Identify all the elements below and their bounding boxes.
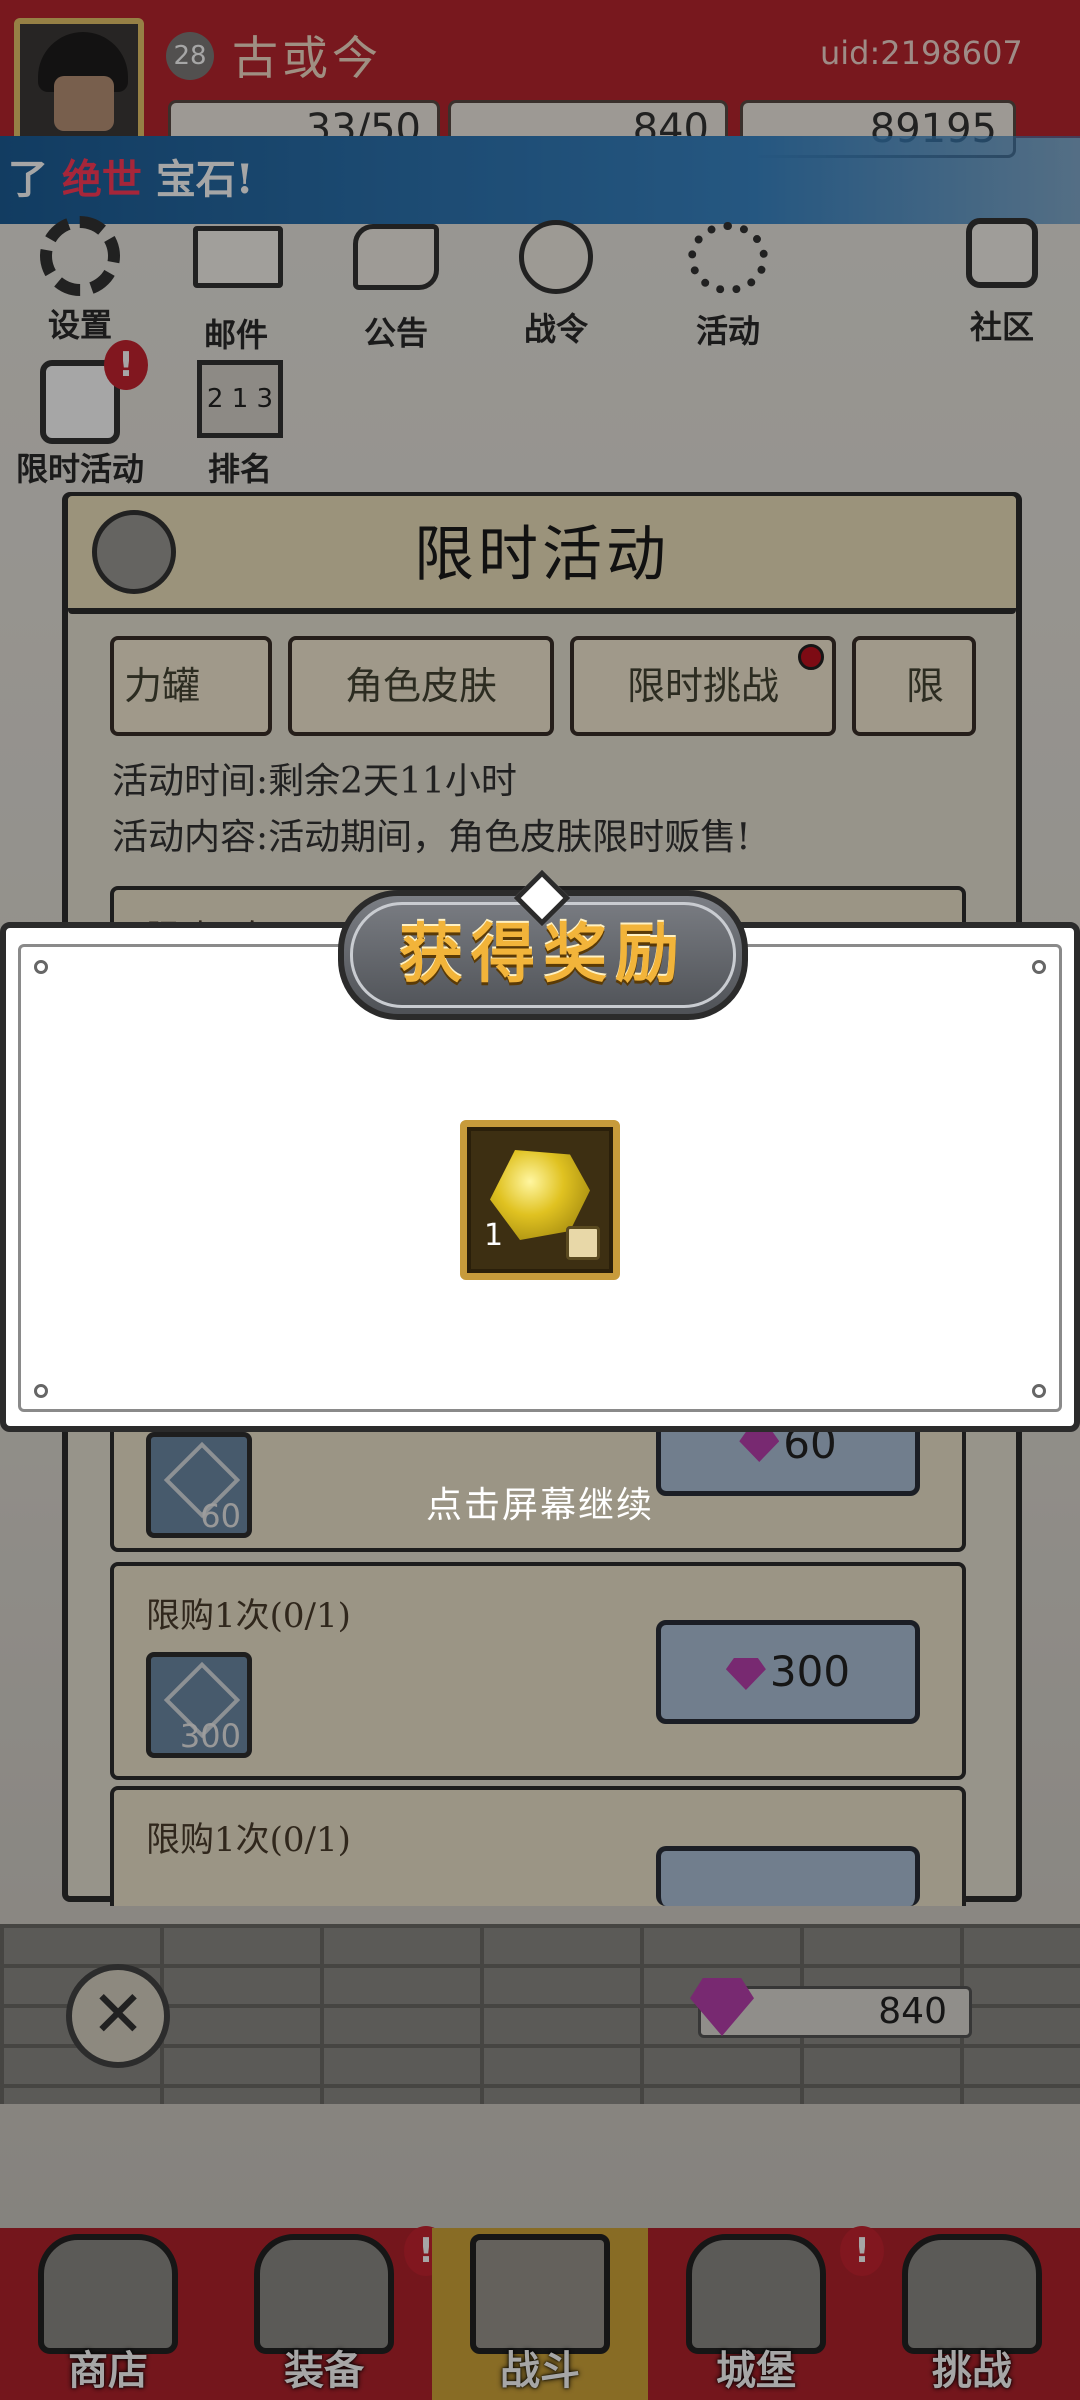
frame-rivet-icon — [34, 1384, 48, 1398]
frame-rivet-icon — [1032, 960, 1046, 974]
item-type-tag-icon — [566, 1226, 600, 1260]
frame-rivet-icon — [1032, 1384, 1046, 1398]
tap-to-continue-hint: 点击屏幕继续 — [425, 1485, 654, 1526]
frame-rivet-icon — [34, 960, 48, 974]
reward-title: 获得奖励 — [399, 917, 687, 992]
reward-item-count: 1 — [484, 1218, 504, 1253]
